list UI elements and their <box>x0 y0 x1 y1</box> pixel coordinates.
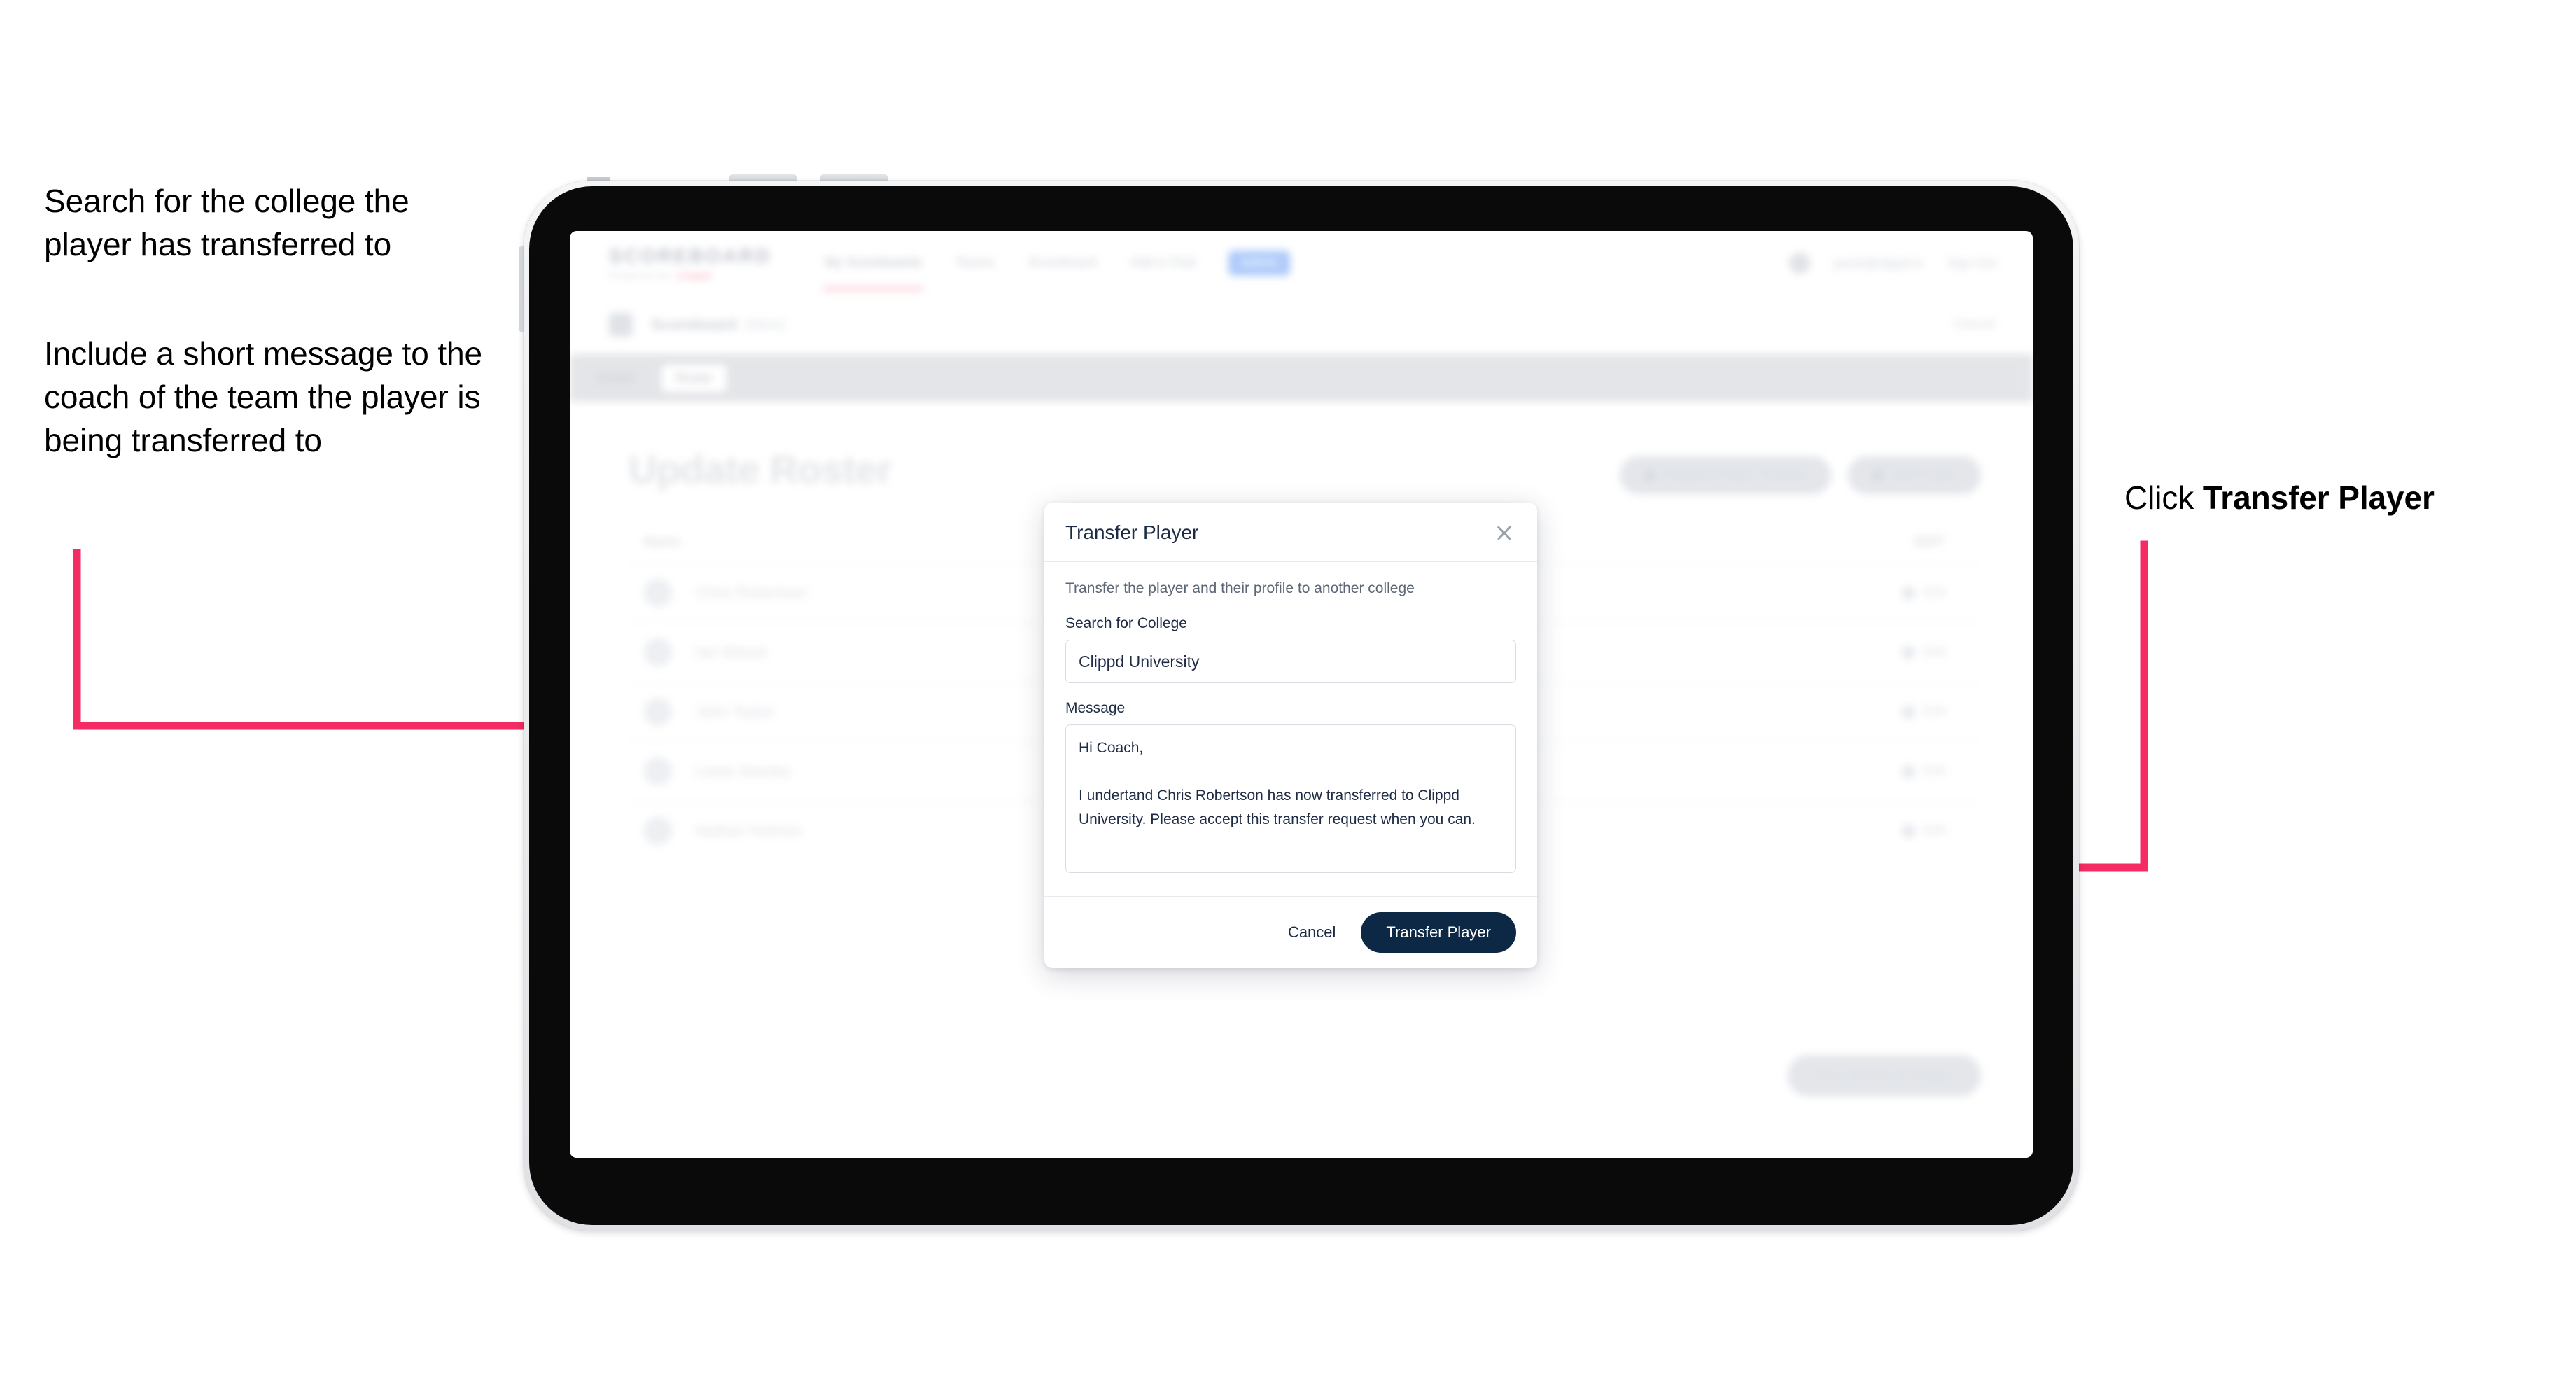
cancel-button[interactable]: Cancel <box>1270 913 1354 951</box>
transfer-player-button[interactable]: Transfer Player <box>1361 912 1516 953</box>
dialog-header: Transfer Player <box>1044 503 1537 562</box>
dialog-body: Transfer the player and their profile to… <box>1044 562 1537 896</box>
dialog-title: Transfer Player <box>1065 522 1199 543</box>
screenshot-root: Search for the college the player has tr… <box>0 0 2576 1386</box>
close-icon[interactable] <box>1492 521 1516 545</box>
annotation-click-prefix: Click <box>2124 479 2203 516</box>
transfer-player-dialog: Transfer Player Transfer the player and … <box>1044 503 1537 968</box>
search-college-label: Search for College <box>1065 615 1187 631</box>
annotation-search-college: Search for the college the player has tr… <box>44 183 410 263</box>
dialog-description: Transfer the player and their profile to… <box>1065 580 1415 596</box>
annotation-click-emphasis: Transfer Player <box>2202 479 2435 516</box>
search-college-input[interactable] <box>1065 640 1516 683</box>
message-textarea[interactable] <box>1065 724 1516 873</box>
dialog-footer: Cancel Transfer Player <box>1044 896 1537 968</box>
message-label: Message <box>1065 700 1126 716</box>
annotation-click-transfer: Click Transfer Player <box>2124 476 2558 519</box>
field-spacer <box>1065 683 1516 700</box>
annotation-include-message: Include a short message to the coach of … <box>44 335 483 459</box>
